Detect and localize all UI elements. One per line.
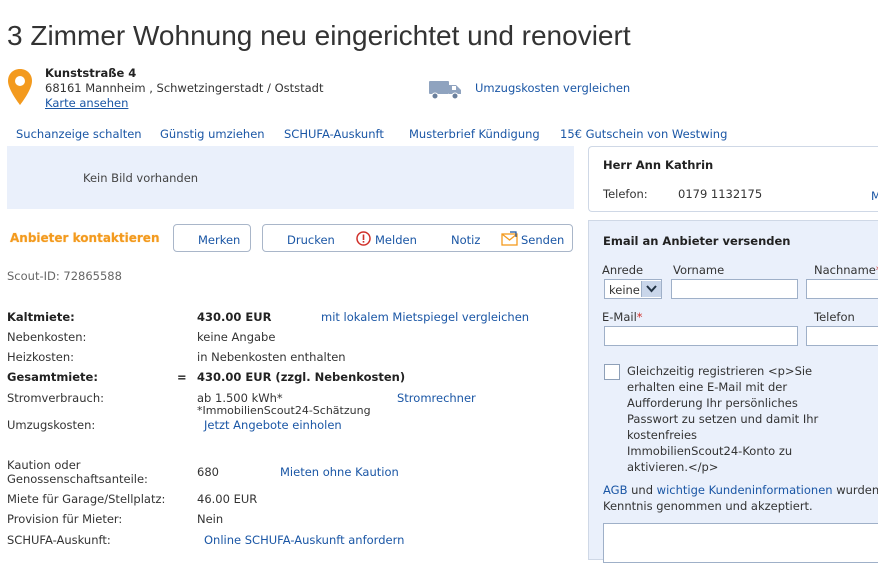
email-form-panel: Email an Anbieter versenden Anrede Vorna…	[588, 220, 878, 563]
agb-line-2: Kenntnis genommen und akzeptiert.	[603, 499, 813, 513]
strom-label: Stromverbrauch:	[7, 391, 104, 405]
chevron-down-icon	[641, 281, 661, 297]
agb-line: AGB und wichtige Kundeninformationen wur…	[603, 483, 878, 497]
message-textarea[interactable]	[603, 523, 878, 563]
kaution-label-1: Kaution oder	[7, 458, 81, 472]
contact-name: Herr Ann Kathrin	[603, 158, 714, 172]
anrede-select[interactable]: keine	[604, 279, 662, 299]
register-text-line: Aufforderung Ihr persönliches	[627, 396, 798, 410]
nebenkosten-value: keine Angabe	[197, 330, 276, 344]
report-button[interactable]: Melden	[375, 233, 417, 247]
scout-id: Scout-ID: 72865588	[7, 269, 122, 283]
heizkosten-label: Heizkosten:	[7, 350, 74, 364]
register-text-line: kostenfreies	[627, 428, 698, 442]
nav-musterbrief[interactable]: Musterbrief Kündigung	[409, 127, 540, 141]
garage-label: Miete für Garage/Stellplatz:	[7, 492, 166, 506]
nav-gutschein[interactable]: 15€ Gutschein von Westwing	[560, 127, 727, 141]
image-placeholder-text: Kein Bild vorhanden	[83, 171, 199, 185]
kaution-label-2: Genossenschaftsanteile:	[7, 472, 148, 486]
phone-value: 0179 1132175	[678, 187, 763, 201]
umzug-label: Umzugskosten:	[7, 418, 96, 432]
customer-info-link[interactable]: wichtige Kundeninformationen	[657, 483, 833, 497]
phone-label: Telefon:	[603, 187, 648, 201]
image-placeholder: Kein Bild vorhanden	[7, 146, 574, 209]
remember-label: Merken	[198, 233, 241, 247]
nav-guenstig-umziehen[interactable]: Günstig umziehen	[160, 127, 265, 141]
mietspiegel-link[interactable]: mit lokalem Mietspiegel vergleichen	[321, 310, 529, 324]
note-button[interactable]: Notiz	[451, 233, 480, 247]
strom-value: ab 1.500 kWh*	[197, 391, 283, 405]
stromrechner-link[interactable]: Stromrechner	[397, 391, 476, 405]
register-text-line: aktivieren.</p>	[627, 460, 719, 474]
remember-button[interactable]: Merken	[173, 224, 251, 252]
schufa-label: SCHUFA-Auskunft:	[7, 533, 111, 547]
register-text-line: erhalten eine E-Mail mit der	[627, 380, 788, 394]
moving-truck-icon	[429, 81, 461, 100]
agb-link[interactable]: AGB	[603, 483, 627, 497]
report-icon	[356, 231, 371, 246]
register-text: Gleichzeitig registrieren <p>Sie erhalte…	[627, 363, 818, 475]
provision-value: Nein	[197, 512, 224, 526]
anrede-selected: keine	[609, 283, 640, 297]
contact-provider-link[interactable]: Anbieter kontaktieren	[10, 231, 160, 245]
vorname-label: Vorname	[673, 263, 725, 277]
more-contact-link[interactable]: M	[871, 189, 878, 203]
gesamtmiete-value: 430.00 EUR (zzgl. Nebenkosten)	[197, 370, 406, 384]
umzug-angebote-link[interactable]: Jetzt Angebote einholen	[204, 418, 342, 432]
kaltmiete-label: Kaltmiete:	[7, 310, 75, 324]
address-street: Kunststraße 4	[45, 66, 137, 80]
provision-label: Provision für Mieter:	[7, 512, 123, 526]
gesamtmiete-label: Gesamtmiete:	[7, 370, 98, 384]
nachname-input[interactable]	[806, 279, 878, 299]
email-label: E-Mail*	[602, 310, 643, 324]
nachname-label: Nachname*	[814, 263, 878, 277]
agb-and: und	[631, 483, 654, 497]
nebenkosten-label: Nebenkosten:	[7, 330, 87, 344]
register-text-line: ImmobilienScout24-Konto zu	[627, 444, 793, 458]
register-text-line: Gleichzeitig registrieren <p>Sie	[627, 364, 813, 378]
nav-schufa[interactable]: SCHUFA-Auskunft	[284, 127, 384, 141]
map-link[interactable]: Karte ansehen	[45, 96, 128, 110]
telefon-label: Telefon	[814, 310, 855, 324]
kaution-value: 680	[197, 465, 219, 479]
strom-note: *ImmobilienScout24-Schätzung	[197, 404, 371, 417]
register-checkbox[interactable]	[604, 364, 620, 380]
gesamtmiete-equals: =	[177, 370, 187, 384]
action-group: Drucken Melden Notiz Senden	[262, 224, 573, 252]
heizkosten-value: in Nebenkosten enthalten	[197, 350, 346, 364]
vorname-input[interactable]	[671, 279, 798, 299]
envelope-send-icon	[501, 231, 518, 246]
agb-text: wurden	[836, 483, 878, 497]
page-title: 3 Zimmer Wohnung neu eingerichtet und re…	[7, 20, 631, 51]
schufa-link[interactable]: Online SCHUFA-Auskunft anfordern	[204, 533, 404, 547]
garage-value: 46.00 EUR	[197, 492, 258, 506]
send-button[interactable]: Senden	[521, 233, 564, 247]
mieten-ohne-kaution-link[interactable]: Mieten ohne Kaution	[280, 465, 399, 479]
anrede-label: Anrede	[602, 263, 644, 277]
nav-suchanzeige[interactable]: Suchanzeige schalten	[16, 127, 142, 141]
kaltmiete-value: 430.00 EUR	[197, 310, 272, 324]
form-title: Email an Anbieter versenden	[603, 234, 791, 248]
contact-panel: Herr Ann Kathrin Telefon: 0179 1132175 M	[588, 146, 878, 212]
telefon-input[interactable]	[806, 326, 878, 346]
print-button[interactable]: Drucken	[287, 233, 335, 247]
address-city: 68161 Mannheim , Schwetzingerstadt / Ost…	[45, 81, 324, 95]
register-text-line: Passwort zu setzen und damit Ihr	[627, 412, 819, 426]
email-input[interactable]	[604, 326, 798, 346]
location-pin-icon	[8, 69, 32, 105]
compare-moving-costs-link[interactable]: Umzugskosten vergleichen	[475, 81, 630, 95]
